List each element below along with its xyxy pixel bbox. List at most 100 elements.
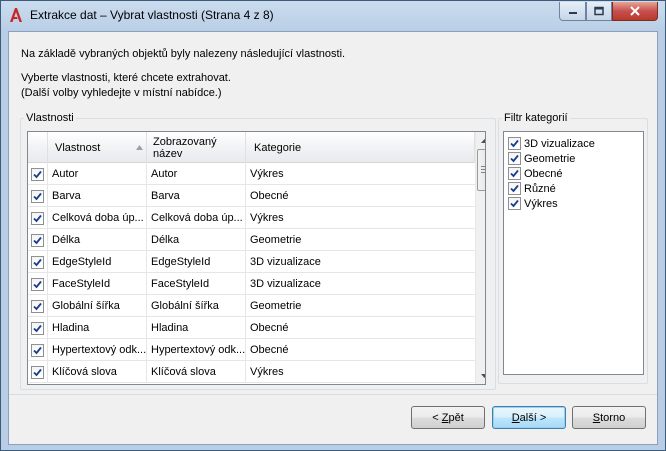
property-name: Globální šířka: [52, 300, 120, 312]
column-header-display-name-label: Zobrazovaný název: [153, 135, 217, 160]
sort-ascending-icon: [136, 145, 143, 150]
row-checkbox-cell: [28, 207, 48, 229]
row-checkbox[interactable]: [31, 365, 44, 379]
close-button[interactable]: [612, 2, 658, 21]
properties-grid[interactable]: Vlastnost Zobrazovaný název Kategorie Au…: [27, 131, 486, 385]
next-button-label: Další >: [511, 411, 547, 424]
checkmark-icon: [33, 346, 42, 354]
row-checkbox[interactable]: [31, 167, 44, 181]
instruction-text: Vyberte vlastnosti, které chcete extraho…: [21, 72, 231, 84]
checkmark-icon: [33, 324, 42, 332]
category-filter-item[interactable]: Geometrie: [508, 151, 575, 166]
display-name-cell[interactable]: Hladina: [147, 317, 246, 339]
display-name: Globální šířka: [151, 300, 219, 312]
display-name-cell[interactable]: Autor: [147, 163, 246, 185]
table-row[interactable]: FaceStyleId FaceStyleId 3D vizualizace: [28, 273, 475, 295]
category-checkbox[interactable]: [508, 137, 521, 150]
checkmark-icon: [510, 139, 519, 148]
minimize-icon: [568, 12, 577, 14]
category-filter-item[interactable]: Obecné: [508, 166, 563, 181]
table-row[interactable]: Klíčová slova Klíčová slova Výkres: [28, 361, 475, 383]
category-checkbox[interactable]: [508, 182, 521, 195]
row-checkbox[interactable]: [31, 321, 44, 335]
category-filter-item[interactable]: Různé: [508, 181, 556, 196]
window-title: Extrakce dat – Vybrat vlastnosti (Strana…: [30, 8, 274, 22]
table-row[interactable]: EdgeStyleId EdgeStyleId 3D vizualizace: [28, 251, 475, 273]
display-name-cell[interactable]: Celková doba úp...: [147, 207, 246, 229]
checkmark-icon: [33, 368, 42, 376]
display-name: Délka: [151, 234, 180, 246]
property-cell: Autor: [48, 163, 147, 185]
row-checkbox[interactable]: [31, 299, 44, 313]
category-cell: Výkres: [246, 163, 475, 185]
row-checkbox-cell: [28, 251, 48, 273]
table-row[interactable]: Délka Délka Geometrie: [28, 229, 475, 251]
table-row[interactable]: Barva Barva Obecné: [28, 185, 475, 207]
table-row[interactable]: Hladina Hladina Obecné: [28, 317, 475, 339]
maximize-button[interactable]: [586, 2, 612, 21]
table-row[interactable]: Autor Autor Výkres: [28, 163, 475, 185]
column-header-property[interactable]: Vlastnost: [48, 132, 147, 163]
display-name-cell[interactable]: FaceStyleId: [147, 273, 246, 295]
scroll-up-button[interactable]: [476, 132, 485, 149]
property-name: EdgeStyleId: [52, 256, 112, 268]
table-row[interactable]: Globální šířka Globální šířka Geometrie: [28, 295, 475, 317]
scroll-thumb[interactable]: [477, 149, 485, 191]
category-filter-label: 3D vizualizace: [524, 137, 595, 150]
row-checkbox-cell: [28, 185, 48, 207]
display-name-cell[interactable]: Klíčová slova: [147, 361, 246, 383]
category-filter-item[interactable]: Výkres: [508, 196, 558, 211]
display-name-cell[interactable]: Globální šířka: [147, 295, 246, 317]
display-name: Hypertextový odk...: [151, 344, 246, 356]
title-bar[interactable]: Extrakce dat – Vybrat vlastnosti (Strana…: [1, 1, 665, 31]
back-button[interactable]: < Zpět: [411, 406, 485, 429]
next-button[interactable]: Další >: [492, 406, 566, 429]
property-name: Hypertextový odk...: [52, 344, 147, 356]
property-cell: Klíčová slova: [48, 361, 147, 383]
display-name-cell[interactable]: Délka: [147, 229, 246, 251]
category-checkbox[interactable]: [508, 167, 521, 180]
grip-icon: [481, 166, 485, 173]
category-checkbox[interactable]: [508, 152, 521, 165]
row-checkbox[interactable]: [31, 211, 44, 225]
row-checkbox-cell: [28, 229, 48, 251]
category-cell: 3D vizualizace: [246, 251, 475, 273]
property-name: Hladina: [52, 322, 90, 334]
property-name: Délka: [52, 234, 81, 246]
property-cell: FaceStyleId: [48, 273, 147, 295]
display-name-cell[interactable]: Barva: [147, 185, 246, 207]
display-name: Klíčová slova: [151, 366, 216, 378]
row-checkbox[interactable]: [31, 277, 44, 291]
category-cell: Výkres: [246, 207, 475, 229]
row-checkbox[interactable]: [31, 189, 44, 203]
table-row[interactable]: Celková doba úp... Celková doba úp... Výkr…: [28, 207, 475, 229]
category-name: Geometrie: [250, 234, 302, 246]
property-name: Klíčová slova: [52, 366, 117, 378]
category-filter-item[interactable]: 3D vizualizace: [508, 136, 595, 151]
grid-vertical-scrollbar[interactable]: [475, 132, 485, 384]
dialog-content: Na základě vybraných objektů byly naleze…: [8, 31, 658, 445]
scroll-down-button[interactable]: [476, 367, 485, 384]
category-filter-list[interactable]: 3D vizualizace Geometrie Obecné Různé Výkres: [503, 131, 644, 375]
category-filter-label: Geometrie: [524, 152, 576, 165]
row-checkbox[interactable]: [31, 343, 44, 357]
cancel-button[interactable]: Storno: [572, 406, 646, 429]
properties-group-label: Vlastnosti: [24, 112, 76, 124]
category-name: Výkres: [250, 168, 284, 180]
row-checkbox[interactable]: [31, 255, 44, 269]
category-checkbox[interactable]: [508, 197, 521, 210]
column-header-category[interactable]: Kategorie: [246, 132, 475, 163]
table-row[interactable]: Hypertextový odk... Hypertextový odk... Ob…: [28, 339, 475, 361]
display-name-cell[interactable]: Hypertextový odk...: [147, 339, 246, 361]
cancel-button-label: Storno: [592, 411, 626, 424]
display-name: Barva: [151, 190, 180, 202]
row-checkbox[interactable]: [31, 233, 44, 247]
column-header-display-name[interactable]: Zobrazovaný název: [147, 132, 246, 163]
display-name-cell[interactable]: EdgeStyleId: [147, 251, 246, 273]
category-name: Obecné: [250, 322, 289, 334]
dialog-footer: < Zpět Další > Storno: [9, 395, 657, 444]
minimize-button[interactable]: [559, 2, 586, 21]
property-cell: Délka: [48, 229, 147, 251]
checkmark-icon: [33, 214, 42, 222]
column-header-property-label: Vlastnost: [55, 141, 101, 154]
